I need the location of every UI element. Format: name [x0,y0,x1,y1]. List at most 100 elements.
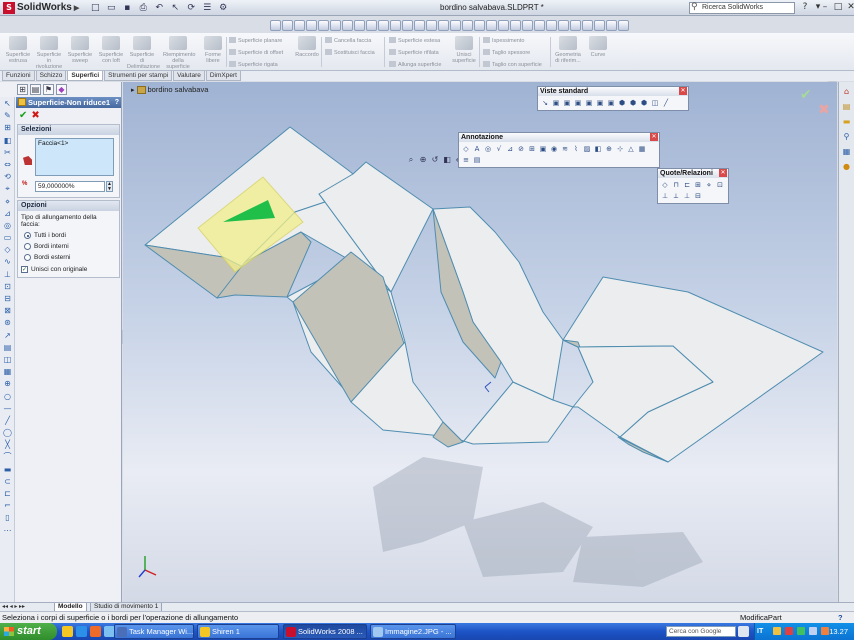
tray-app-icon[interactable] [821,627,829,635]
lights-icon[interactable] [462,19,473,31]
feature-tree-root[interactable]: ▸ bordino salvabava [131,85,208,94]
tray-network-icon[interactable] [773,627,781,635]
close-icon[interactable]: ✕ [719,169,727,177]
app-logo[interactable]: S SolidWorks ▶ [0,0,82,16]
radio-all-edges-indicator[interactable] [24,232,31,239]
percentage-input[interactable]: 59,000000% [35,181,105,192]
datum-feature-icon[interactable]: ▣ [538,144,548,154]
view-selector-icon[interactable]: ◫ [650,98,660,108]
slot-tool-icon[interactable]: ⊿ [2,209,13,219]
google-search-go-icon[interactable] [738,626,749,637]
chamfer-tool-icon[interactable]: ▬ [2,465,13,475]
pattern-tool-icon[interactable]: ⊛ [2,318,13,328]
new-document-icon[interactable]: □ [88,2,102,14]
help-icon[interactable]: ? [800,2,810,13]
save-icon[interactable]: ▪ [120,2,134,14]
revolved-surface-button[interactable]: Superficie in rivoluzione [34,36,64,70]
confirm-corner-ok-icon[interactable]: ✔ [800,87,812,103]
box-tool-icon[interactable]: ▯ [2,513,13,523]
front-view-icon[interactable]: ▣ [551,98,561,108]
render-icon[interactable] [510,19,521,31]
rotate-icon[interactable] [318,19,329,31]
expand-arrow-icon[interactable]: ▸ [131,86,135,94]
spline-tool-icon[interactable]: ◇ [2,245,13,255]
trimetric-icon[interactable]: ⬢ [628,98,638,108]
revision-symbol-icon[interactable]: △ [626,144,636,154]
pan-icon[interactable] [330,19,341,31]
mass-icon[interactable] [534,19,545,31]
logo-menu-arrow-icon[interactable]: ▶ [74,4,79,12]
display-style-icon[interactable] [366,19,377,31]
start-button[interactable]: start [0,623,57,640]
add-relation-icon[interactable]: ⊥ [660,191,670,201]
view-orient-icon[interactable] [354,19,365,31]
selections-header[interactable]: Selezioni [18,125,119,135]
select-icon[interactable] [270,19,281,31]
tab-superfici[interactable]: Superfici [67,71,104,81]
tray-security-icon[interactable] [785,627,793,635]
mirror-tool-icon[interactable]: ⇔ [2,160,13,170]
line-group-tool-icon[interactable]: ◧ [2,136,13,146]
datum-target-icon[interactable]: ◉ [549,144,559,154]
add-tool-icon[interactable]: ⊕ [2,379,13,389]
surface-finish-icon[interactable]: √ [494,144,504,154]
camera-icon[interactable] [474,19,485,31]
thicken-button[interactable]: Ispessimento [483,37,524,45]
normal-to-icon[interactable]: ↘ [540,98,550,108]
plane-tool-icon[interactable]: ⊏ [2,489,13,499]
dimension-icon[interactable] [570,19,581,31]
relations-icon[interactable] [582,19,593,31]
left-view-icon[interactable]: ▣ [573,98,583,108]
block-icon[interactable]: ◧ [593,144,603,154]
trim-surface-button[interactable]: Superficie rifilata [389,49,439,57]
delete-face-button[interactable]: Cancella faccia [325,37,371,45]
baseline-dim-icon[interactable]: ⊞ [693,180,703,190]
zoom-to-fit-icon[interactable]: ⌕ [406,155,416,165]
geometric-tolerance-icon[interactable]: ⊞ [527,144,537,154]
appearances-icon[interactable]: ● [841,161,852,172]
construction-tool-icon[interactable]: ╳ [2,440,13,450]
tab-dimxpert[interactable]: DimXpert [205,71,241,81]
language-indicator[interactable]: IT [757,623,763,640]
offset-surface-button[interactable]: Superficie di offset [229,49,283,57]
radio-all-edges[interactable]: Tutti i bordi [18,230,119,241]
section-view-icon[interactable]: ◧ [442,155,452,165]
grid-tool-icon[interactable]: ▦ [2,367,13,377]
centerpoint-tool-icon[interactable]: ⊡ [2,282,13,292]
rebuild-icon[interactable] [606,19,617,31]
note-icon[interactable]: A [472,144,482,154]
select-icon[interactable]: ↖ [168,2,182,14]
fillet-button[interactable]: Raccordo [292,36,322,58]
ordinate-dim-icon[interactable]: ⊡ [715,180,725,190]
zoom-fit-icon[interactable] [282,19,293,31]
center-mark-icon[interactable]: ⊕ [604,144,614,154]
chamfer-dim-icon[interactable]: ⋄ [704,180,714,190]
print-icon[interactable]: ⎙ [136,2,150,14]
lofted-surface-button[interactable]: Superficie con loft [96,36,126,64]
offset-tool-icon[interactable]: ⊟ [2,294,13,304]
shaded-icon[interactable] [378,19,389,31]
display-relations-icon[interactable]: ⟂ [671,191,681,201]
rectangle-tool-icon[interactable]: ▭ [2,233,13,243]
dimxpert-manager-tab-icon[interactable]: ◆ [56,84,67,95]
perpendicular-tool-icon[interactable]: ⊥ [2,270,13,280]
smart-dim-icon[interactable]: ◇ [660,180,670,190]
ruled-surface-button[interactable]: Superficie rigata [229,61,278,69]
table-tool-icon[interactable]: ▤ [2,343,13,353]
hole-callout-icon[interactable]: ⊘ [516,144,526,154]
fill-surface-button[interactable]: Riempimento della superficie [163,36,195,70]
line-tool-icon[interactable]: — [2,404,13,414]
close-icon[interactable]: ✕ [679,87,687,95]
rotate-tool-icon[interactable]: ⟲ [2,172,13,182]
untrim-surface-button[interactable]: Allunga superficie [389,61,441,69]
quicklaunch-folder-icon[interactable] [62,626,73,637]
surface-cut-button[interactable]: Taglio con superficie [483,61,542,69]
swept-surface-button[interactable]: Superficie sweep [65,36,95,64]
text-tool-icon[interactable]: ⊂ [2,477,13,487]
close-button[interactable]: ✕ [846,2,854,13]
smart-dim-tool-icon[interactable]: ⊞ [2,123,13,133]
maximize-button[interactable]: □ [833,2,843,13]
ok-check-icon[interactable]: ✔ [19,110,27,121]
extruded-surface-button[interactable]: Superficie estrusa [3,36,33,64]
isometric-icon[interactable]: ⬢ [617,98,627,108]
